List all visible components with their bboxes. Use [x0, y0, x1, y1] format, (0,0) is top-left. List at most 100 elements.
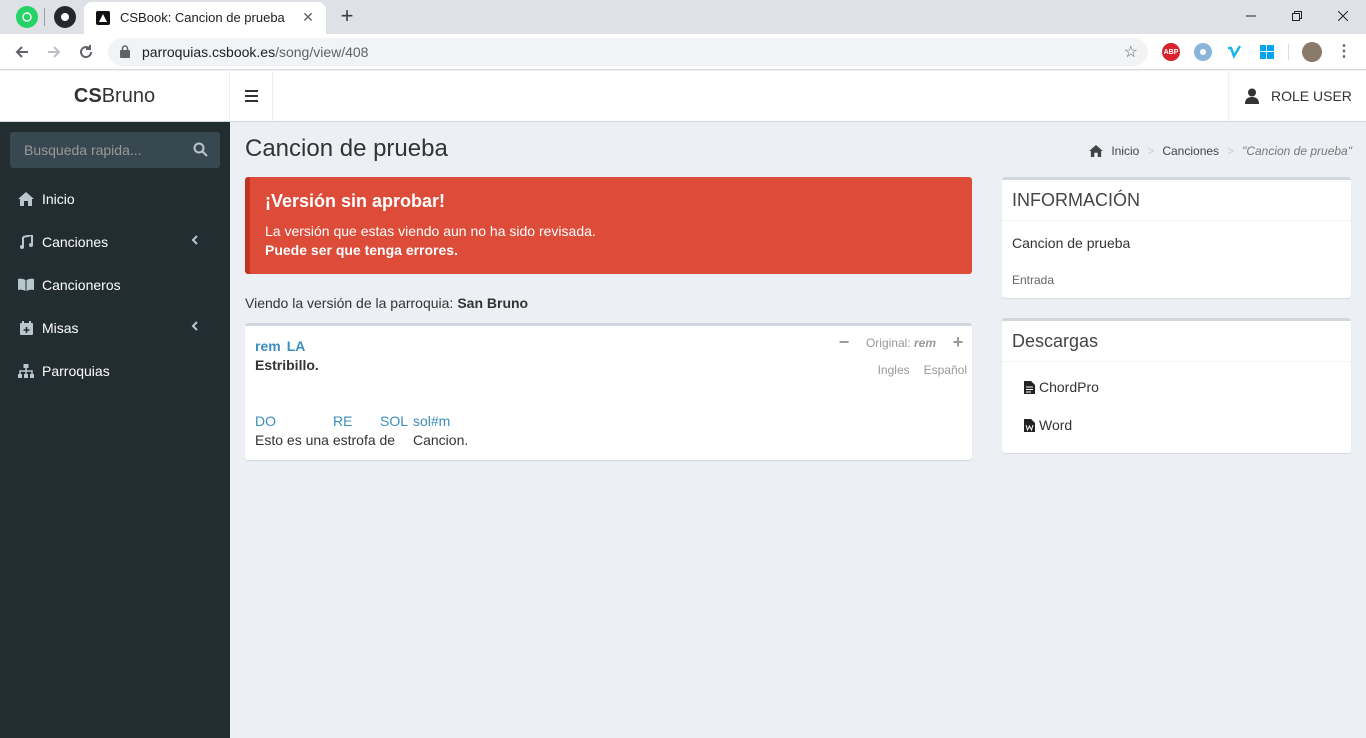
transpose-up-button[interactable]: + [950, 332, 966, 353]
window-close-button[interactable] [1320, 4, 1366, 28]
book-icon [18, 277, 34, 293]
info-box-title: INFORMACIÓN [1012, 190, 1140, 210]
breadcrumb-separator: > [1227, 144, 1235, 158]
sitemap-icon [18, 363, 34, 379]
key-chord[interactable]: LA [287, 338, 306, 354]
home-icon [1089, 145, 1104, 157]
sidebar-item-canciones[interactable]: Canciones [0, 220, 230, 263]
lang-espanol-link[interactable]: Español [924, 363, 967, 377]
sidebar-item-label: Inicio [42, 190, 75, 207]
divider [1002, 220, 1351, 221]
file-text-icon [1024, 380, 1035, 394]
download-chordpro-link[interactable]: ChordPro [1024, 379, 1099, 395]
breadcrumb: Inicio > Canciones > "Cancion de prueba" [1089, 144, 1352, 158]
whatsapp-tab-icon[interactable] [16, 6, 38, 28]
tab-title: CSBook: Cancion de prueba [120, 10, 285, 25]
page-title: Cancion de prueba [245, 135, 448, 162]
csbook-favicon [96, 11, 110, 25]
user-menu[interactable]: ROLE USER [1228, 71, 1366, 121]
forward-arrow-icon[interactable] [42, 40, 66, 64]
window-restore-button[interactable] [1274, 4, 1320, 28]
sidebar-item-label: Misas [42, 319, 79, 336]
lock-icon [120, 45, 130, 61]
language-links: Ingles Español [864, 363, 967, 377]
lyric-line: Cancion. [413, 432, 469, 448]
breadcrumb-current: "Cancion de prueba" [1242, 144, 1352, 158]
url-text: parroquias.csbook.es/song/view/408 [142, 44, 369, 60]
chord[interactable]: RE [333, 413, 352, 429]
quick-search-input[interactable] [10, 132, 180, 168]
download-word-link[interactable]: Word [1024, 417, 1072, 433]
profile-avatar[interactable] [1302, 42, 1322, 62]
extension-icon[interactable] [1194, 43, 1212, 61]
song-section-label: Estribillo. [255, 357, 319, 373]
new-tab-button[interactable]: + [336, 5, 358, 27]
user-label: ROLE USER [1271, 88, 1352, 104]
breadcrumb-separator: > [1147, 144, 1155, 158]
vimeo-extension-icon[interactable] [1226, 43, 1244, 61]
sidebar-search [10, 132, 220, 168]
sidebar-item-parroquias[interactable]: Parroquias [0, 349, 230, 392]
song-type: Entrada [1012, 273, 1055, 287]
divider [1002, 361, 1351, 362]
key-chord[interactable]: rem [255, 338, 281, 354]
tab-separator [44, 8, 45, 26]
calendar-icon [18, 320, 34, 336]
address-bar[interactable]: parroquias.csbook.es/song/view/408 ☆ [108, 38, 1148, 66]
sidebar-item-misas[interactable]: Misas [0, 306, 230, 349]
sidebar-item-label: Cancioneros [42, 276, 121, 293]
alert-title: ¡Versión sin aprobar! [265, 191, 446, 211]
chord[interactable]: DO [255, 413, 276, 429]
song-key: rem LA [255, 338, 311, 354]
sidebar: Inicio Canciones Cancioneros Misas Parro… [0, 122, 230, 738]
chord[interactable]: SOL [380, 413, 408, 429]
song-box: rem LA − Original: rem + Ingles Español Es… [245, 323, 972, 460]
sidebar-item-label: Canciones [42, 233, 109, 250]
window-minimize-button[interactable] [1228, 4, 1274, 28]
sidebar-item-inicio[interactable]: Inicio [0, 177, 230, 220]
chord[interactable]: sol#m [413, 413, 450, 429]
app-logo[interactable]: CS Bruno [0, 71, 230, 121]
search-icon[interactable] [193, 142, 208, 160]
browser-toolbar: parroquias.csbook.es/song/view/408 ☆ ABP… [0, 34, 1366, 70]
tab-close-icon[interactable]: ✕ [300, 9, 316, 25]
user-icon [1245, 88, 1259, 104]
adblock-plus-icon[interactable]: ABP [1162, 43, 1180, 61]
active-tab[interactable]: CSBook: Cancion de prueba ✕ [84, 2, 326, 34]
transpose-controls: − Original: rem + [836, 332, 966, 353]
home-icon [18, 191, 34, 207]
song-name: Cancion de prueba [1012, 235, 1131, 251]
sidebar-item-cancioneros[interactable]: Cancioneros [0, 263, 230, 306]
chevron-left-icon [191, 320, 198, 334]
sidebar-toggle-button[interactable] [230, 71, 273, 121]
lyric-line: Esto es una estrofa de [255, 432, 396, 448]
bookmark-star-icon[interactable]: ☆ [1124, 42, 1138, 62]
downloads-box: Descargas ChordPro Word [1002, 318, 1351, 453]
unapproved-version-alert: ¡Versión sin aprobar! La versión que est… [245, 177, 972, 274]
music-icon [18, 234, 34, 250]
windows-extension-icon[interactable] [1258, 43, 1276, 61]
information-box: INFORMACIÓN Cancion de prueba Entrada [1002, 177, 1351, 298]
app-header: CS Bruno ROLE USER [0, 71, 1366, 122]
breadcrumb-inicio[interactable]: Inicio [1111, 144, 1139, 158]
toolbar-separator [1288, 44, 1289, 60]
main-content: Cancion de prueba Inicio > Canciones > "… [230, 122, 1366, 738]
back-arrow-icon[interactable] [10, 40, 34, 64]
transpose-down-button[interactable]: − [836, 332, 852, 353]
reload-icon[interactable] [74, 40, 98, 64]
browser-menu-icon[interactable]: ⋮ [1336, 42, 1352, 60]
file-word-icon [1024, 418, 1035, 432]
original-key: Original: rem [865, 335, 936, 350]
alert-message: La versión que estas viendo aun no ha si… [265, 223, 596, 239]
parish-name: San Bruno [457, 295, 529, 311]
downloads-box-title: Descargas [1012, 331, 1099, 351]
hamburger-icon [244, 90, 258, 102]
breadcrumb-canciones[interactable]: Canciones [1162, 144, 1219, 158]
chevron-left-icon [191, 234, 198, 248]
browser-tabstrip: CSBook: Cancion de prueba ✕ + [0, 0, 1366, 34]
alert-warning: Puede ser que tenga errores. [265, 242, 458, 258]
lang-ingles-link[interactable]: Ingles [878, 363, 910, 377]
parish-version-info: Viendo la versión de la parroquia: San Br… [245, 295, 529, 311]
sidebar-item-label: Parroquias [42, 362, 110, 379]
github-tab-icon[interactable] [54, 6, 76, 28]
